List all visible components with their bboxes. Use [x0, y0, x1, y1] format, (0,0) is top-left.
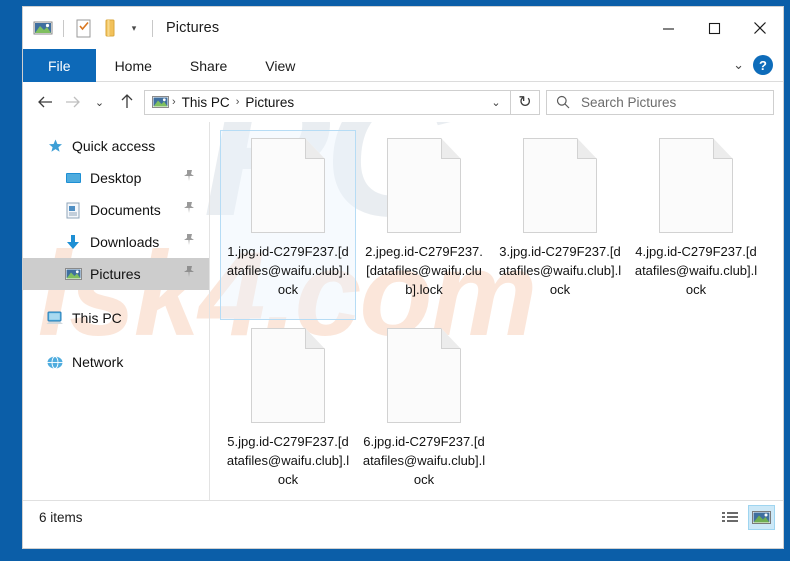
blank-file-icon: [659, 138, 733, 233]
sidebar-label: Documents: [90, 202, 161, 218]
sidebar-item-quick-access[interactable]: Quick access: [23, 130, 209, 162]
help-icon[interactable]: ?: [753, 55, 773, 75]
window-controls: [645, 7, 783, 49]
recent-locations-button[interactable]: ⌄: [86, 87, 113, 117]
search-placeholder: Search Pictures: [581, 94, 677, 110]
file-name: 1.jpg.id-C279F237.[datafiles@waifu.club]…: [226, 244, 350, 297]
new-folder-icon[interactable]: [99, 17, 121, 39]
sidebar-item-documents[interactable]: Documents: [23, 194, 209, 226]
sidebar-label: Network: [72, 354, 124, 370]
explorer-body: Quick access Desktop Documents Downloads…: [23, 122, 783, 500]
tab-view[interactable]: View: [246, 49, 314, 82]
quick-access-toolbar: ▾: [23, 17, 158, 39]
file-item[interactable]: 4.jpg.id-C279F237.[datafiles@waifu.club]…: [628, 130, 764, 320]
sidebar-item-downloads[interactable]: Downloads: [23, 226, 209, 258]
file-item[interactable]: 1.jpg.id-C279F237.[datafiles@waifu.club]…: [220, 130, 356, 320]
maximize-button[interactable]: [691, 7, 737, 49]
network-icon: [45, 353, 65, 371]
breadcrumb-separator-1: ›: [235, 96, 240, 108]
file-item[interactable]: 3.jpg.id-C279F237.[datafiles@waifu.club]…: [492, 130, 628, 320]
item-count-label: 6 items: [39, 510, 83, 525]
view-toggle-group: [717, 505, 775, 530]
title-bar: ▾ Pictures: [23, 7, 783, 49]
documents-icon: [63, 201, 83, 219]
file-list-pane[interactable]: 1.jpg.id-C279F237.[datafiles@waifu.club]…: [210, 122, 783, 500]
sidebar-gap-2: [23, 334, 209, 346]
sidebar-item-network[interactable]: Network: [23, 346, 209, 378]
this-pc-icon: [45, 309, 65, 327]
desktop-icon: [63, 169, 83, 187]
blank-file-icon: [523, 138, 597, 233]
close-button[interactable]: [737, 7, 783, 49]
file-item[interactable]: 5.jpg.id-C279F237.[datafiles@waifu.club]…: [220, 320, 356, 510]
file-grid: 1.jpg.id-C279F237.[datafiles@waifu.club]…: [220, 130, 783, 510]
path-dropdown-icon[interactable]: ⌄: [484, 91, 508, 114]
pin-icon[interactable]: [183, 169, 195, 187]
breadcrumb-this-pc[interactable]: This PC: [179, 95, 233, 110]
sidebar-item-pictures[interactable]: Pictures: [23, 258, 209, 290]
sidebar-label: Quick access: [72, 138, 156, 154]
chevron-down-icon[interactable]: ⌄: [733, 57, 744, 73]
ribbon-right-controls: ⌄ ?: [733, 49, 783, 81]
sidebar-item-desktop[interactable]: Desktop: [23, 162, 209, 194]
back-button[interactable]: [32, 87, 59, 117]
file-name: 2.jpeg.id-C279F237.[datafiles@waifu.club…: [365, 244, 483, 297]
qat-separator-1: [63, 19, 64, 37]
sidebar-label: Desktop: [90, 170, 142, 186]
breadcrumb[interactable]: › This PC › Pictures ⌄: [144, 89, 511, 115]
tab-share[interactable]: Share: [171, 49, 246, 82]
sidebar-item-this-pc[interactable]: This PC: [23, 302, 209, 334]
blank-file-icon: [251, 328, 325, 423]
properties-icon[interactable]: [73, 17, 95, 39]
search-icon: [556, 95, 570, 109]
downloads-icon: [63, 233, 83, 251]
pictures-icon: [63, 265, 83, 283]
sidebar-label: This PC: [72, 310, 122, 326]
explorer-window: PC risk4.com ▾ Pictures File Home Share …: [22, 6, 784, 549]
minimize-button[interactable]: [645, 7, 691, 49]
pictures-folder-icon[interactable]: [32, 17, 54, 39]
tab-file[interactable]: File: [23, 49, 96, 82]
status-bar: 6 items: [23, 500, 783, 534]
blank-file-icon: [251, 138, 325, 233]
sidebar-gap-1: [23, 290, 209, 302]
star-pin-icon: [45, 137, 65, 155]
forward-button[interactable]: [59, 87, 86, 117]
sidebar-label: Downloads: [90, 234, 160, 250]
large-icons-view-button[interactable]: [748, 505, 775, 530]
qat-separator-2: [152, 19, 153, 37]
file-name: 6.jpg.id-C279F237.[datafiles@waifu.club]…: [362, 434, 486, 487]
tab-home[interactable]: Home: [96, 49, 171, 82]
blank-file-icon: [387, 328, 461, 423]
file-item[interactable]: 2.jpeg.id-C279F237.[datafiles@waifu.club…: [356, 130, 492, 320]
blank-file-icon: [387, 138, 461, 233]
file-name: 4.jpg.id-C279F237.[datafiles@waifu.club]…: [634, 244, 758, 297]
address-bar: ⌄ › This PC › Pictures ⌄ ↻ Search Pictur…: [23, 82, 783, 122]
navigation-pane: Quick access Desktop Documents Downloads…: [23, 122, 209, 500]
pin-icon[interactable]: [183, 233, 195, 251]
ribbon-tab-bar: File Home Share View ⌄ ?: [23, 49, 783, 82]
refresh-button[interactable]: ↻: [511, 89, 540, 115]
sidebar-label: Pictures: [90, 266, 141, 282]
pin-icon[interactable]: [183, 201, 195, 219]
pictures-icon: [152, 95, 169, 110]
window-title: Pictures: [166, 20, 220, 36]
file-item[interactable]: 6.jpg.id-C279F237.[datafiles@waifu.club]…: [356, 320, 492, 510]
search-input[interactable]: Search Pictures: [546, 89, 774, 115]
qat-customize-dropdown[interactable]: ▾: [125, 17, 143, 39]
file-name: 3.jpg.id-C279F237.[datafiles@waifu.club]…: [498, 244, 622, 297]
breadcrumb-pictures[interactable]: Pictures: [242, 95, 297, 110]
file-name: 5.jpg.id-C279F237.[datafiles@waifu.club]…: [226, 434, 350, 487]
breadcrumb-separator-0: ›: [172, 96, 176, 108]
pin-icon[interactable]: [183, 265, 195, 283]
up-button[interactable]: [113, 87, 140, 117]
details-view-button[interactable]: [717, 505, 744, 530]
